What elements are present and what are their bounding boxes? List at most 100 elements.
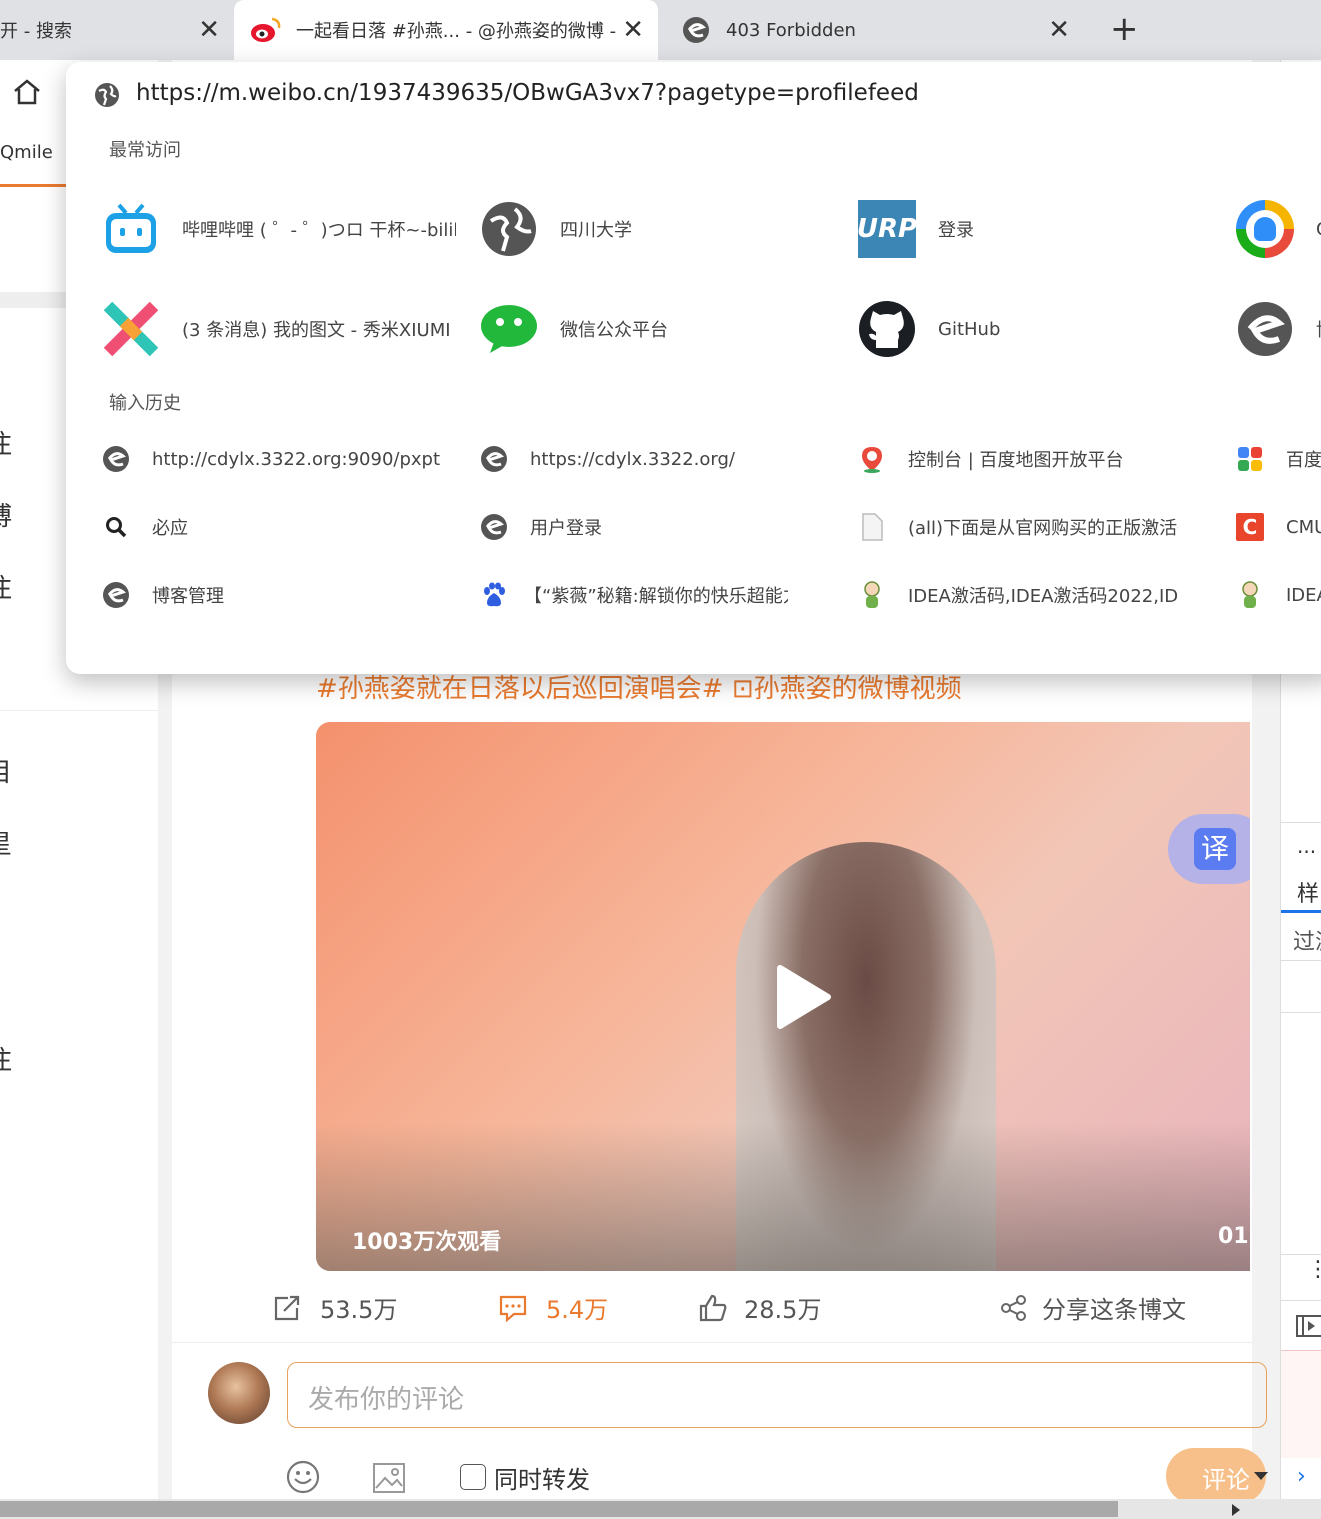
tab-forbidden[interactable]: 403 Forbidden ✕: [658, 0, 1094, 60]
history-item[interactable]: (all)下面是从官网购买的正版激活码: [858, 513, 1178, 541]
tab-search[interactable]: 开 - 搜索 ✕: [0, 0, 234, 60]
translate-icon: 译: [1194, 828, 1236, 870]
chevron-down-icon[interactable]: [1254, 1472, 1268, 1480]
site-urp[interactable]: URP 登录: [858, 200, 1218, 258]
share-button[interactable]: 分享这条博文: [1000, 1290, 1186, 1325]
edge-icon: [102, 581, 130, 609]
chevron-right-icon[interactable]: ›: [1297, 1464, 1306, 1489]
site-label: GitHub: [938, 318, 1001, 340]
comment-count: 5.4万: [546, 1296, 609, 1324]
avatar[interactable]: [208, 1362, 270, 1424]
video-player[interactable]: 译 1003万次观看 01:: [316, 722, 1250, 1271]
qq-icon: [1236, 200, 1294, 258]
most-visited-heading: 最常访问: [109, 140, 181, 161]
nav-text[interactable]: Qmile: [0, 142, 66, 163]
scroll-right-icon[interactable]: [1232, 1504, 1240, 1516]
history-label: 必应: [152, 518, 188, 539]
close-icon[interactable]: ✕: [622, 17, 644, 43]
comment-input[interactable]: 发布你的评论: [287, 1362, 1267, 1428]
baidu-paw-icon: [480, 581, 508, 609]
submit-comment-button[interactable]: 评论: [1166, 1448, 1266, 1504]
site-qq[interactable]: Q: [1236, 200, 1321, 258]
site-blog[interactable]: 博: [1236, 300, 1321, 358]
history-label: IDEA: [1286, 584, 1321, 606]
site-label: 四川大学: [560, 220, 632, 241]
history-label: 控制台 | 百度地图开放平台: [908, 450, 1124, 471]
share-icon: [1001, 1294, 1026, 1321]
weibo-icon: [251, 17, 281, 42]
like-button[interactable]: 28.5万: [698, 1290, 821, 1325]
history-label: IDEA激活码,IDEA激活码2022,IDEA: [908, 586, 1178, 607]
history-item[interactable]: https://cdylx.3322.org/: [480, 445, 840, 473]
also-repost-label: 同时转发: [494, 1466, 590, 1494]
kebab-menu-icon[interactable]: ⋮: [1307, 1259, 1321, 1281]
xiumi-icon: [102, 300, 160, 358]
history-item[interactable]: IDEA激活码,IDEA激活码2022,IDEA: [858, 581, 1178, 609]
site-scu[interactable]: 四川大学: [480, 200, 840, 258]
divider: [0, 710, 158, 711]
url-field[interactable]: https://m.weibo.cn/1937439635/OBwGA3vx7?…: [136, 80, 919, 106]
history-item[interactable]: http://cdylx.3322.org:9090/pxpt: [102, 445, 462, 473]
history-item[interactable]: 百度: [1236, 445, 1321, 473]
close-icon[interactable]: ✕: [198, 17, 220, 43]
devtools-divider: [1281, 822, 1321, 823]
tab-title: 一起看日落 #孙燕... - @孙燕姿的微博 - 微: [296, 21, 616, 42]
tab-bar: 开 - 搜索 ✕ 一起看日落 #孙燕... - @孙燕姿的微博 - 微 ✕ 40…: [0, 0, 1321, 60]
history-item[interactable]: IDEA: [1236, 581, 1321, 609]
new-tab-button[interactable]: +: [1110, 12, 1139, 46]
history-item[interactable]: 必应: [102, 513, 462, 541]
play-icon[interactable]: [774, 964, 834, 1030]
translate-button[interactable]: 译: [1168, 814, 1250, 884]
site-github[interactable]: GitHub: [858, 300, 1218, 358]
baidu-map-icon: [858, 445, 886, 473]
history-label: CMU: [1286, 516, 1321, 538]
colorful-pinwheel-icon: [1236, 445, 1264, 473]
site-wechat[interactable]: 微信公众平台: [480, 300, 840, 358]
close-icon[interactable]: ✕: [1048, 17, 1070, 43]
history-item[interactable]: 用户登录: [480, 513, 840, 541]
nav-underline: [0, 184, 66, 187]
emoji-icon[interactable]: [286, 1460, 320, 1494]
site-label: 博: [1316, 316, 1321, 342]
sidebar-char: 注: [0, 568, 12, 605]
tab-weibo[interactable]: 一起看日落 #孙燕... - @孙燕姿的微博 - 微 ✕: [234, 0, 658, 60]
site-label: 登录: [938, 220, 974, 241]
comment-button[interactable]: 5.4万: [498, 1290, 608, 1325]
devtools-divider: [1281, 1300, 1321, 1301]
devtools-more[interactable]: ...: [1297, 834, 1316, 858]
devtools-divider: [1281, 960, 1321, 961]
history-label: https://cdylx.3322.org/: [530, 448, 735, 470]
wechat-icon: [480, 300, 538, 358]
history-label: 百度: [1286, 450, 1321, 471]
site-xiumi[interactable]: (3 条消息) 我的图文 - 秀米XIUMI: [102, 300, 462, 358]
devtools-divider: [1281, 1254, 1321, 1255]
sidebar-char: 注: [0, 1040, 12, 1077]
site-bilibili[interactable]: 哔哩哔哩 ( ゜- ゜)つロ 干杯~-bilibili: [102, 200, 462, 258]
history-item[interactable]: 博客管理: [102, 581, 462, 609]
history-item[interactable]: 控制台 | 百度地图开放平台: [858, 445, 1218, 473]
globe-icon: [480, 200, 538, 258]
thumbs-up-icon: [699, 1294, 727, 1321]
image-icon[interactable]: [372, 1462, 406, 1494]
also-repost-checkbox[interactable]: [460, 1464, 486, 1490]
repost-count: 53.5万: [320, 1296, 398, 1324]
repost-icon: [274, 1295, 300, 1320]
history-item[interactable]: C CMU: [1236, 513, 1321, 541]
history-item[interactable]: 【“紫薇”秘籍:解锁你的快乐超能力: [480, 581, 800, 609]
history-label: (all)下面是从官网购买的正版激活码: [908, 518, 1178, 539]
repost-button[interactable]: 53.5万: [272, 1290, 397, 1325]
devtools-filter[interactable]: 过滤: [1293, 924, 1321, 956]
history-label: 博客管理: [152, 586, 224, 607]
site-label: Q: [1316, 219, 1321, 240]
urp-icon: URP: [858, 200, 917, 258]
sidebar-char: 博: [0, 496, 12, 533]
tab-title: 开 - 搜索: [0, 21, 72, 42]
history-label: 用户登录: [530, 518, 602, 539]
history-label: http://cdylx.3322.org:9090/pxpt: [152, 448, 441, 470]
home-icon[interactable]: [12, 78, 42, 106]
scrollbar-thumb[interactable]: [0, 1501, 1118, 1517]
edge-icon: [1236, 300, 1294, 358]
cmu-icon: C: [1236, 513, 1264, 541]
devtools-tab-styles[interactable]: 样: [1297, 876, 1319, 908]
panel-toggle-icon[interactable]: [1295, 1314, 1321, 1338]
